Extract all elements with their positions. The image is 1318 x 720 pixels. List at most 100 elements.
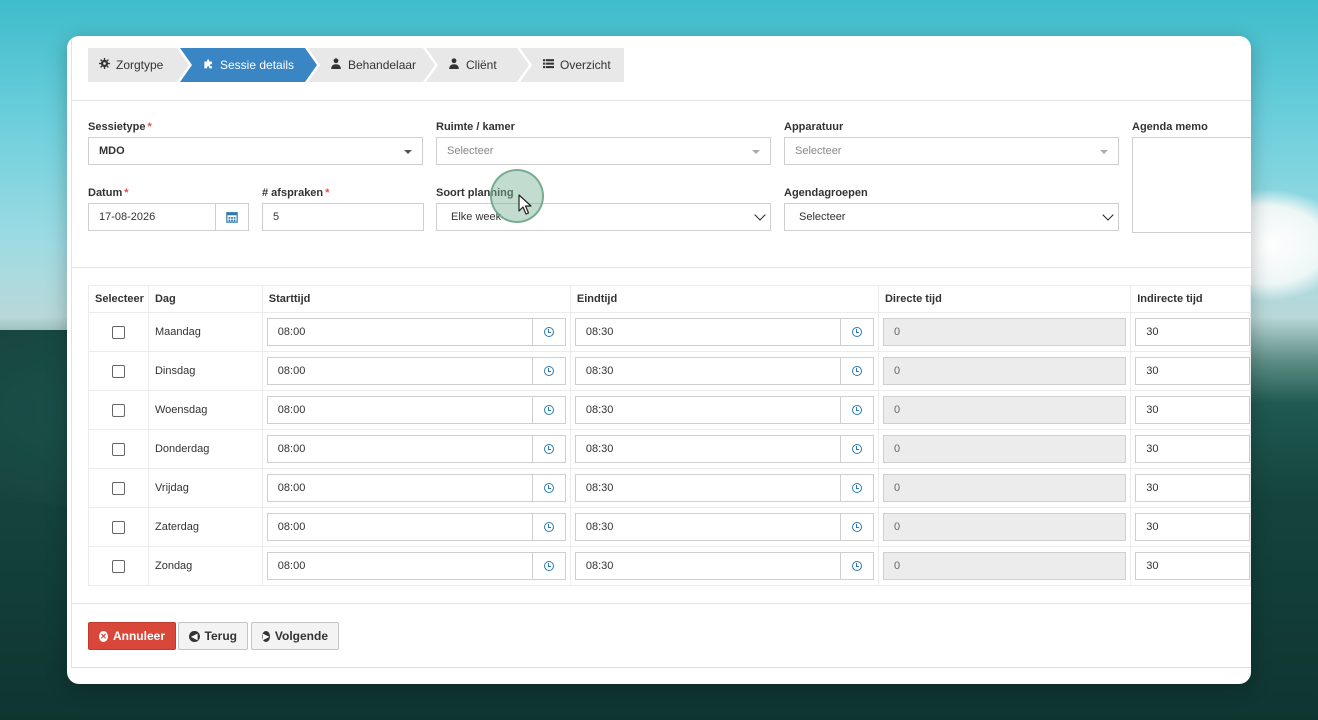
row-checkbox[interactable]	[111, 442, 125, 456]
annuleer-button[interactable]: ✕ Annuleer	[88, 622, 176, 650]
select-cell	[88, 351, 149, 391]
indirecte-tijd-value: 30	[1146, 404, 1159, 416]
step-label: Sessie details	[220, 58, 295, 72]
indirecte-tijd-input[interactable]: 30	[1135, 513, 1250, 541]
directe-tijd-value: 0	[893, 521, 901, 533]
indirecte-tijd-input[interactable]: 30	[1135, 357, 1250, 385]
puzzle-icon	[202, 58, 214, 72]
eindtijd-input[interactable]: 08:30	[574, 357, 874, 385]
starttijd-input[interactable]: 08:00	[266, 474, 566, 502]
table-row: Maandag 08:00 08:30 0 30	[88, 312, 1251, 352]
clock-button[interactable]	[531, 358, 565, 384]
clock-button[interactable]	[531, 436, 565, 462]
eindtijd-input[interactable]: 08:30	[574, 552, 874, 580]
eindtijd-input[interactable]: 08:30	[574, 513, 874, 541]
clock-button[interactable]	[839, 553, 873, 579]
starttijd-input[interactable]: 08:00	[266, 552, 566, 580]
step-behandelaar[interactable]: Behandelaar	[308, 48, 435, 82]
clock-button[interactable]	[839, 319, 873, 345]
terug-button[interactable]: ◀ Terug	[178, 622, 248, 650]
indirecte-tijd-value: 30	[1146, 521, 1159, 533]
sessietype-label: Sessietype *	[88, 121, 152, 133]
soort-planning-select[interactable]: Elke week	[436, 203, 771, 231]
directe-tijd-cell: 0	[877, 546, 1132, 586]
row-checkbox[interactable]	[111, 325, 125, 339]
step-zorgtype[interactable]: Zorgtype	[88, 48, 189, 82]
starttijd-input[interactable]: 08:00	[266, 318, 566, 346]
agenda-memo-textarea[interactable]	[1132, 137, 1251, 233]
step-sessie-details[interactable]: Sessie details	[180, 48, 317, 82]
starttijd-value: 08:00	[277, 365, 306, 377]
eindtijd-input[interactable]: 08:30	[574, 435, 874, 463]
clock-button[interactable]	[839, 436, 873, 462]
starttijd-cell: 08:00	[261, 390, 571, 430]
directe-tijd-cell: 0	[877, 351, 1132, 391]
divider	[71, 603, 1251, 604]
sessietype-select[interactable]: MDO	[88, 137, 423, 165]
clock-button[interactable]	[839, 514, 873, 540]
annuleer-label: Annuleer	[112, 629, 165, 643]
starttijd-input[interactable]: 08:00	[266, 513, 566, 541]
table-row: Donderdag 08:00 08:30 0 30	[88, 429, 1251, 469]
directe-tijd-cell: 0	[877, 390, 1132, 430]
indirecte-tijd-input[interactable]: 30	[1135, 474, 1250, 502]
directe-tijd-input: 0	[882, 513, 1127, 541]
indirecte-tijd-input[interactable]: 30	[1135, 435, 1250, 463]
starttijd-input[interactable]: 08:00	[266, 396, 566, 424]
select-cell	[88, 546, 149, 586]
select-cell	[88, 468, 149, 508]
clock-button[interactable]	[839, 397, 873, 423]
indirecte-tijd-cell: 30	[1130, 429, 1251, 469]
clock-button[interactable]	[531, 319, 565, 345]
starttijd-input[interactable]: 08:00	[266, 357, 566, 385]
step-client[interactable]: Cliënt	[426, 48, 529, 82]
indirecte-tijd-input[interactable]: 30	[1135, 552, 1250, 580]
eindtijd-input[interactable]: 08:30	[574, 474, 874, 502]
starttijd-input[interactable]: 08:00	[266, 435, 566, 463]
volgende-button[interactable]: ▶ Volgende	[251, 622, 339, 650]
divider	[71, 267, 1251, 268]
eindtijd-input[interactable]: 08:30	[574, 396, 874, 424]
row-checkbox[interactable]	[111, 559, 125, 573]
arrow-right-circle-icon: ▶	[262, 630, 270, 642]
starttijd-value: 08:00	[277, 560, 306, 572]
list-icon	[542, 58, 554, 72]
clock-button[interactable]	[531, 553, 565, 579]
eindtijd-input[interactable]: 08:30	[574, 318, 874, 346]
indirecte-tijd-input[interactable]: 30	[1135, 318, 1250, 346]
caret-down-icon	[752, 150, 760, 154]
indirecte-tijd-cell: 30	[1130, 546, 1251, 586]
user-icon	[448, 58, 460, 72]
clock-button[interactable]	[531, 397, 565, 423]
ruimte-select[interactable]: Selecteer	[436, 137, 771, 165]
directe-tijd-cell: 0	[877, 312, 1132, 352]
apparatuur-select[interactable]: Selecteer	[784, 137, 1119, 165]
directe-tijd-input: 0	[882, 318, 1127, 346]
eindtijd-cell: 08:30	[569, 507, 879, 547]
step-overzicht[interactable]: Overzicht	[520, 48, 624, 82]
day-cell: Donderdag	[147, 429, 263, 469]
row-checkbox[interactable]	[111, 364, 125, 378]
table-row: Zaterdag 08:00 08:30 0 30	[88, 507, 1251, 547]
indirecte-tijd-input[interactable]: 30	[1135, 396, 1250, 424]
directe-tijd-cell: 0	[877, 468, 1132, 508]
row-checkbox[interactable]	[111, 403, 125, 417]
clock-button[interactable]	[531, 475, 565, 501]
clock-button[interactable]	[839, 475, 873, 501]
clock-button[interactable]	[839, 358, 873, 384]
datum-input[interactable]: 17-08-2026	[88, 203, 249, 231]
agendagroepen-select[interactable]: Selecteer	[784, 203, 1119, 231]
clock-icon	[543, 405, 554, 415]
starttijd-value: 08:00	[277, 443, 306, 455]
starttijd-cell: 08:00	[261, 429, 571, 469]
clock-button[interactable]	[531, 514, 565, 540]
ruimte-placeholder: Selecteer	[447, 145, 494, 157]
row-checkbox[interactable]	[111, 520, 125, 534]
soort-planning-value: Elke week	[451, 211, 502, 223]
afspraken-input[interactable]: 5	[262, 203, 424, 231]
calendar-button[interactable]	[215, 204, 248, 230]
directe-tijd-input: 0	[882, 552, 1127, 580]
clock-icon	[543, 366, 554, 376]
starttijd-cell: 08:00	[261, 312, 571, 352]
row-checkbox[interactable]	[111, 481, 125, 495]
